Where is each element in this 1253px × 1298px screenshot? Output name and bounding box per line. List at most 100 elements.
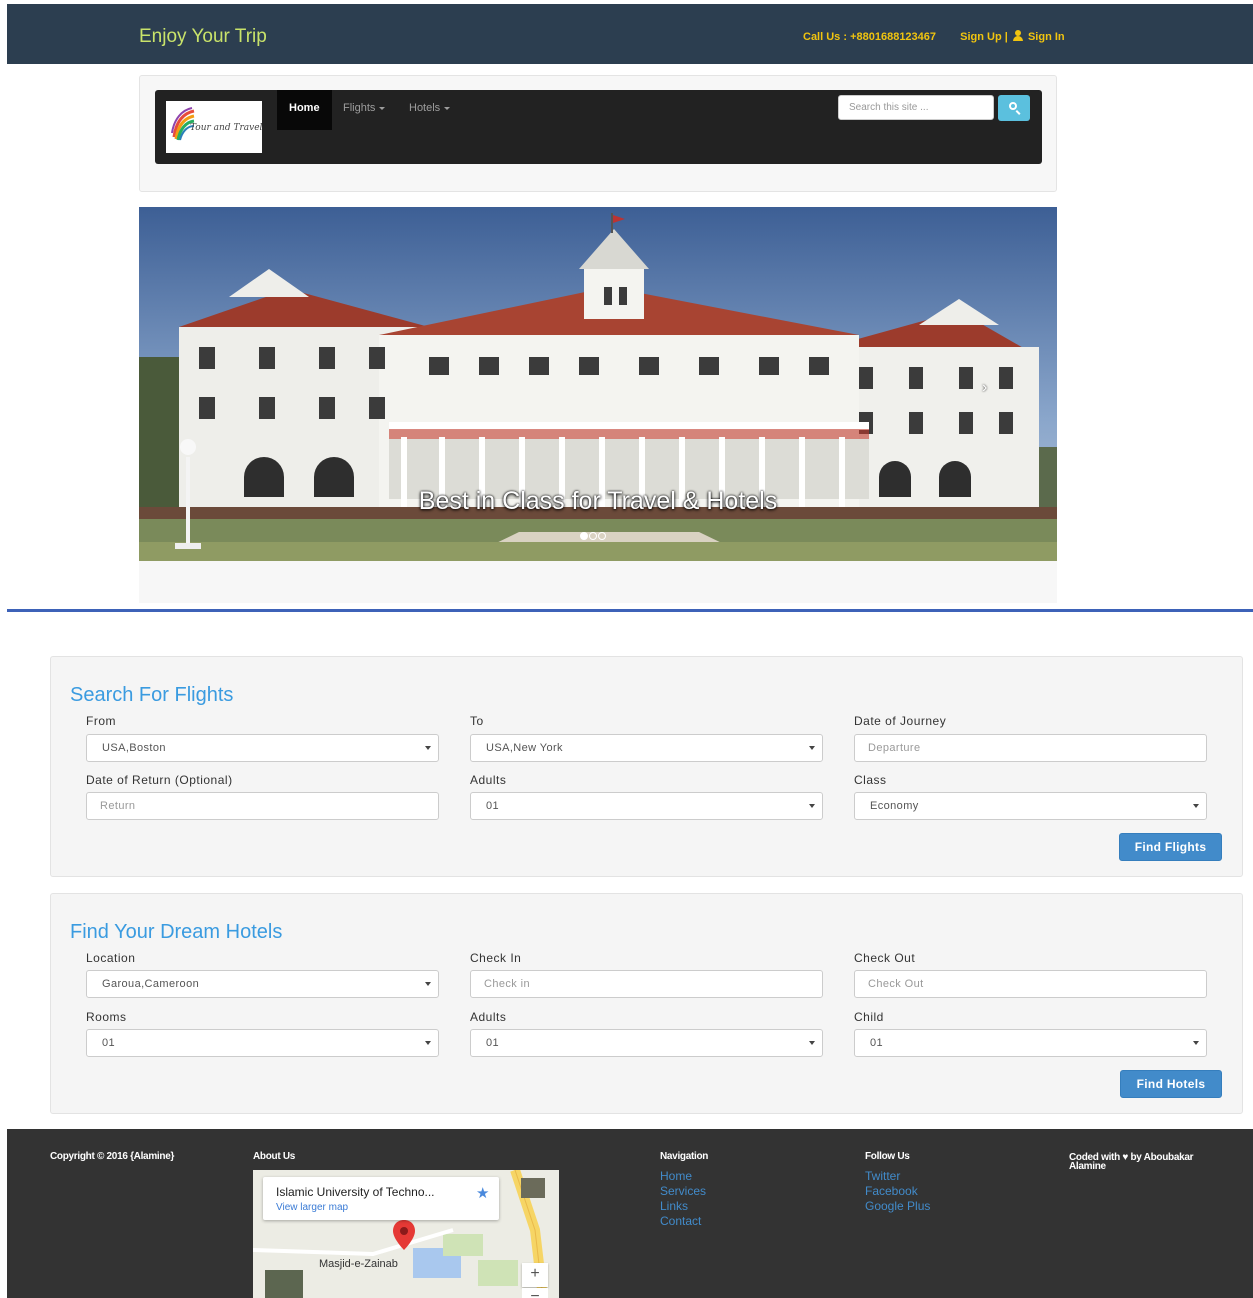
chevron-down-icon <box>425 746 431 750</box>
rooms-select[interactable]: 01 <box>86 1029 439 1057</box>
hotel-panel-title: Find Your Dream Hotels <box>70 921 283 943</box>
footer-link-services[interactable]: Services <box>660 1184 706 1198</box>
user-icon <box>1012 30 1023 41</box>
class-label: Class <box>854 773 887 787</box>
chevron-down-icon <box>809 804 815 808</box>
flight-adults-select[interactable]: 01 <box>470 792 823 820</box>
return-date-label: Date of Return (Optional) <box>86 773 233 787</box>
find-flights-button[interactable]: Find Flights <box>1119 833 1222 861</box>
site-footer: Copyright © 2016 {Alamine} About Us Isla… <box>7 1129 1253 1298</box>
zoom-in-button[interactable]: + <box>522 1263 548 1287</box>
journey-date-label: Date of Journey <box>854 714 947 728</box>
check-out-label: Check Out <box>854 951 916 965</box>
carousel-indicators <box>580 527 607 540</box>
navbar-container: Tour and Travel Home Flights Hotels Sear… <box>139 75 1057 192</box>
child-select[interactable]: 01 <box>854 1029 1207 1057</box>
nav-flights[interactable]: Flights <box>331 90 397 130</box>
star-icon[interactable]: ★ <box>476 1184 489 1202</box>
nav-hotels[interactable]: Hotels <box>397 90 462 130</box>
location-select[interactable]: Garoua,Cameroon <box>86 970 439 998</box>
chevron-down-icon <box>425 1041 431 1045</box>
carousel-container: Best in Class for Travel & Hotels › <box>139 207 1057 603</box>
hotel-search-panel: Find Your Dream Hotels Location Check In… <box>50 893 1243 1114</box>
site-brand[interactable]: Enjoy Your Trip <box>139 26 267 48</box>
to-label: To <box>470 714 484 728</box>
navbar: Tour and Travel Home Flights Hotels Sear… <box>155 90 1042 164</box>
chevron-down-icon <box>379 106 386 110</box>
rooms-label: Rooms <box>86 1010 127 1024</box>
site-logo[interactable]: Tour and Travel <box>166 101 262 153</box>
from-label: From <box>86 714 116 728</box>
nav-hotels-label: Hotels <box>409 102 441 114</box>
class-value: Economy <box>870 800 919 812</box>
search-button[interactable] <box>998 95 1030 121</box>
chevron-down-icon <box>1193 1041 1199 1045</box>
heart-icon: ♥ <box>1122 1152 1129 1163</box>
sign-up-link[interactable]: Sign Up | <box>960 31 1008 43</box>
flight-adults-label: Adults <box>470 773 507 787</box>
carousel-dot[interactable] <box>580 532 588 540</box>
check-in-label: Check In <box>470 951 522 965</box>
hero-carousel[interactable]: Best in Class for Travel & Hotels › <box>139 207 1057 561</box>
logo-text: Tour and Travel <box>190 123 263 133</box>
map-place-title: Islamic University of Techno... <box>276 1185 435 1199</box>
child-value: 01 <box>870 1037 884 1049</box>
site-search-input[interactable]: Search this site ... <box>838 95 994 120</box>
location-value: Garoua,Cameroon <box>102 978 200 990</box>
footer-link-google-plus[interactable]: Google Plus <box>865 1199 930 1213</box>
map-place-card: Islamic University of Techno... View lar… <box>263 1177 499 1220</box>
chevron-down-icon <box>809 1041 815 1045</box>
check-in-input[interactable]: Check in <box>470 970 823 998</box>
call-us-text: Call Us : +8801688123467 <box>803 31 937 43</box>
to-select[interactable]: USA,New York <box>470 734 823 762</box>
class-select[interactable]: Economy <box>854 792 1207 820</box>
chevron-down-icon <box>444 106 451 110</box>
hotel-adults-value: 01 <box>486 1037 500 1049</box>
footer-link-facebook[interactable]: Facebook <box>865 1184 918 1198</box>
chevron-down-icon <box>425 982 431 986</box>
carousel-next-icon[interactable]: › <box>982 379 987 397</box>
copyright-text: Copyright © 2016 {Alamine} <box>50 1151 175 1162</box>
about-us-heading: About Us <box>253 1151 296 1162</box>
chevron-down-icon <box>809 746 815 750</box>
embedded-map[interactable]: Islamic University of Techno... View lar… <box>253 1170 559 1298</box>
nav-home[interactable]: Home <box>277 90 332 130</box>
footer-link-home[interactable]: Home <box>660 1169 692 1183</box>
check-out-input[interactable]: Check Out <box>854 970 1207 998</box>
hotel-adults-select[interactable]: 01 <box>470 1029 823 1057</box>
flight-adults-value: 01 <box>486 800 500 812</box>
view-larger-map-link[interactable]: View larger map <box>276 1202 348 1213</box>
to-value: USA,New York <box>486 742 563 754</box>
from-value: USA,Boston <box>102 742 166 754</box>
nav-flights-label: Flights <box>343 102 376 114</box>
follow-us-heading: Follow Us <box>865 1151 910 1162</box>
hotel-adults-label: Adults <box>470 1010 507 1024</box>
location-label: Location <box>86 951 136 965</box>
section-divider <box>7 609 1253 612</box>
return-input[interactable]: Return <box>86 792 439 820</box>
carousel-dot[interactable] <box>598 532 606 540</box>
flight-panel-title: Search For Flights <box>70 684 234 706</box>
nav-home-label: Home <box>289 102 320 114</box>
search-icon <box>1009 102 1017 110</box>
flight-search-panel: Search For Flights From To Date of Journ… <box>50 656 1243 877</box>
sign-in-link[interactable]: Sign In <box>1028 31 1065 43</box>
carousel-caption: Best in Class for Travel & Hotels <box>418 487 778 515</box>
footer-link-twitter[interactable]: Twitter <box>865 1169 900 1183</box>
navigation-heading: Navigation <box>660 1151 709 1162</box>
footer-link-contact[interactable]: Contact <box>660 1214 701 1228</box>
map-pin-icon <box>393 1220 415 1250</box>
from-select[interactable]: USA,Boston <box>86 734 439 762</box>
departure-input[interactable]: Departure <box>854 734 1207 762</box>
zoom-out-button[interactable]: − <box>522 1288 548 1298</box>
chevron-down-icon <box>1193 804 1199 808</box>
find-hotels-button[interactable]: Find Hotels <box>1120 1070 1222 1098</box>
footer-link-links[interactable]: Links <box>660 1199 688 1213</box>
map-place-label: Masjid-e-Zainab <box>319 1258 398 1270</box>
top-bar: Enjoy Your Trip Call Us : +8801688123467… <box>7 4 1253 64</box>
carousel-dot[interactable] <box>589 532 597 540</box>
top-bar-links: Call Us : +8801688123467 Sign Up | Sign … <box>803 30 1065 43</box>
child-label: Child <box>854 1010 884 1024</box>
coded-by-text: Coded with ♥ by Aboubakar Alamine <box>1069 1152 1229 1172</box>
rooms-value: 01 <box>102 1037 116 1049</box>
